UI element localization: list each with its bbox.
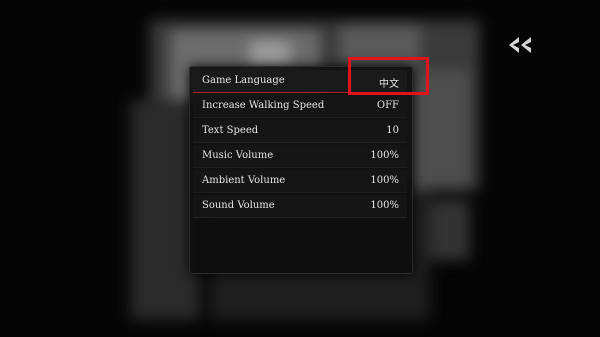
- setting-row-text-speed[interactable]: Text Speed 10: [193, 120, 407, 143]
- setting-value: 10: [386, 125, 399, 136]
- setting-label: Ambient Volume: [202, 175, 286, 186]
- setting-row-walking-speed[interactable]: Increase Walking Speed OFF: [193, 95, 407, 118]
- setting-value: 100%: [370, 150, 399, 161]
- setting-value: 100%: [370, 200, 399, 211]
- setting-label: Increase Walking Speed: [202, 100, 325, 111]
- setting-value: 100%: [370, 175, 399, 186]
- setting-label: Game Language: [202, 75, 285, 86]
- double-chevron-left-icon: [509, 37, 531, 53]
- setting-row-ambient-volume[interactable]: Ambient Volume 100%: [193, 170, 407, 193]
- setting-value: OFF: [376, 100, 399, 111]
- setting-row-sound-volume[interactable]: Sound Volume 100%: [193, 195, 407, 218]
- setting-label: Sound Volume: [202, 200, 275, 211]
- setting-row-music-volume[interactable]: Music Volume 100%: [193, 145, 407, 168]
- setting-label: Text Speed: [202, 125, 259, 136]
- settings-panel: Game Language 中文 Increase Walking Speed …: [189, 66, 413, 274]
- highlight-box: [348, 57, 429, 95]
- game-screen: Game Language 中文 Increase Walking Speed …: [0, 0, 600, 337]
- setting-label: Music Volume: [202, 150, 274, 161]
- back-button[interactable]: [508, 36, 534, 54]
